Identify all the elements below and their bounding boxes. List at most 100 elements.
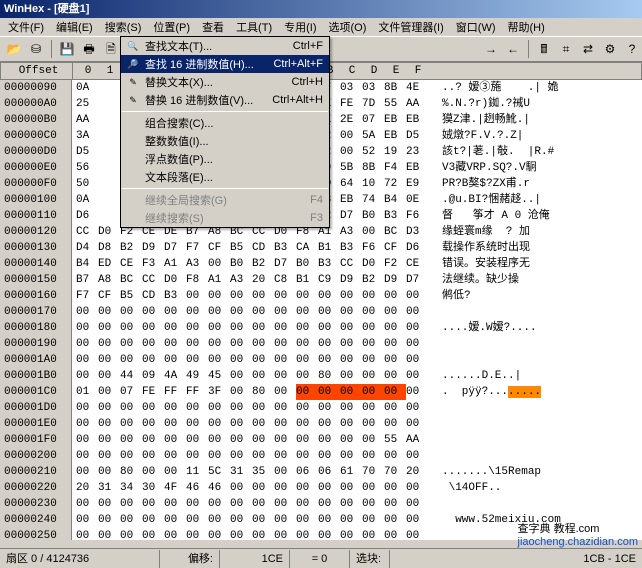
menu-item[interactable]: 位置(P) — [147, 18, 196, 36]
hex-bytes[interactable]: D4D8B2D9D7F7CFB5CDB3CAB1B3F6CFD6 — [72, 240, 432, 256]
properties-icon[interactable]: 🗎 — [101, 39, 121, 59]
hex-bytes[interactable]: 00000000000000000000000000000000 — [72, 400, 432, 416]
ascii-cell[interactable]: 該t?|荖.|敧. |R.# — [432, 144, 642, 160]
open-file-icon[interactable]: 📂 — [4, 39, 24, 59]
menu-item[interactable]: 🔎查找 16 进制数值(H)...Ctrl+Alt+F — [121, 55, 329, 73]
menu-item[interactable]: 搜索(S) — [99, 18, 148, 36]
hex-col-0[interactable]: 0 — [77, 63, 99, 79]
ascii-cell[interactable] — [432, 400, 642, 416]
search-menu[interactable]: 🔍查找文本(T)...Ctrl+F🔎查找 16 进制数值(H)...Ctrl+A… — [120, 36, 330, 228]
save-icon[interactable]: 💾 — [57, 39, 77, 59]
hex-bytes[interactable]: 00000000000000000000000000000000 — [72, 320, 432, 336]
menu-item[interactable]: ✎替换文本(X)...Ctrl+H — [121, 73, 329, 91]
hex-row[interactable]: 00000150B7A8BCCCD0F8A1A320C8B1C9D9B2D9D7… — [0, 272, 642, 288]
ascii-cell[interactable] — [432, 304, 642, 320]
hex-bytes[interactable]: 000044094A4945000000008000000000 — [72, 368, 432, 384]
hex-row[interactable]: 000001D000000000000000000000000000000000 — [0, 400, 642, 416]
ascii-cell[interactable]: 督 筝才 A 0 沧俺 — [432, 208, 642, 224]
help-icon[interactable]: ? — [622, 39, 642, 59]
hex-bytes[interactable]: 00000000000000000000000000000000 — [72, 352, 432, 368]
menu-item[interactable]: 组合搜索(C)... — [121, 114, 329, 132]
hex-bytes[interactable]: 000000000000000000000000000055AA — [72, 432, 432, 448]
ascii-cell[interactable]: 载操作系统时出现 — [432, 240, 642, 256]
ascii-cell[interactable] — [432, 432, 642, 448]
hex-col-F[interactable]: F — [407, 63, 429, 79]
ascii-cell[interactable]: ..? 嫒③葹 .| 姽 — [432, 80, 642, 96]
hex-bytes[interactable]: 00000000000000000000000000000000 — [72, 528, 432, 540]
menu-item[interactable]: 编辑(E) — [50, 18, 99, 36]
options-icon[interactable]: ⚙ — [600, 39, 620, 59]
hex-row[interactable]: 000001C0010007FEFFFF3F008000000000000000… — [0, 384, 642, 400]
hex-row[interactable]: 00000140B4EDCEF3A1A300B0B2D7B0B3CCD0F2CE… — [0, 256, 642, 272]
hex-row[interactable]: 000002100000800000115C313500060661707020… — [0, 464, 642, 480]
hex-bytes[interactable]: 00000000000000000000000000000000 — [72, 512, 432, 528]
hex-row[interactable]: 000001A000000000000000000000000000000000 — [0, 352, 642, 368]
hex-row[interactable]: 0000017000000000000000000000000000000000 — [0, 304, 642, 320]
ascii-cell[interactable]: . pÿÿ?........ — [432, 384, 642, 400]
goto-icon[interactable]: → — [481, 39, 501, 59]
hex-bytes[interactable]: B4EDCEF3A1A300B0B2D7B0B3CCD0F2CE — [72, 256, 432, 272]
ascii-cell[interactable]: 缘蛭寰m缘 ? 加 — [432, 224, 642, 240]
hex-row[interactable]: 0000019000000000000000000000000000000000 — [0, 336, 642, 352]
hex-bytes[interactable]: 00000000000000000000000000000000 — [72, 416, 432, 432]
ascii-cell[interactable]: %.N.?r)銣.?祴U — [432, 96, 642, 112]
ascii-cell[interactable]: PR?B獒$?ZX甫.r — [432, 176, 642, 192]
ascii-cell[interactable]: 獏Z津.|趔畅魤.| — [432, 112, 642, 128]
hex-col-1[interactable]: 1 — [99, 63, 121, 79]
hex-bytes[interactable]: 203134304F4646000000000000000000 — [72, 480, 432, 496]
hex-bytes[interactable]: 010007FEFFFF3F008000000000000000 — [72, 384, 432, 400]
menu-item[interactable]: 专用(I) — [278, 18, 322, 36]
hex-bytes[interactable]: 00000000000000000000000000000000 — [72, 304, 432, 320]
hex-row[interactable]: 000001F0000000000000000000000000000055AA — [0, 432, 642, 448]
ascii-cell[interactable]: 鸺低? — [432, 288, 642, 304]
ascii-cell[interactable]: 娀燉?F.V.?.Z| — [432, 128, 642, 144]
menu-item[interactable]: 工具(T) — [230, 18, 278, 36]
menu-item[interactable]: 文本段落(E)... — [121, 168, 329, 186]
ascii-cell[interactable] — [432, 352, 642, 368]
menu-item[interactable]: 整数数值(I)... — [121, 132, 329, 150]
hex-bytes[interactable]: 00000000000000000000000000000000 — [72, 336, 432, 352]
ascii-cell[interactable]: V3藏VRP.SQ?.V駉 — [432, 160, 642, 176]
hex-bytes[interactable]: F7CFB5CDB30000000000000000000000 — [72, 288, 432, 304]
menu-bar[interactable]: 文件(F)编辑(E)搜索(S)位置(P)查看工具(T)专用(I)选项(O)文件管… — [0, 18, 642, 36]
hex-col-E[interactable]: E — [385, 63, 407, 79]
ascii-cell[interactable]: ......D.E..| — [432, 368, 642, 384]
ascii-cell[interactable] — [432, 336, 642, 352]
calc-icon[interactable]: 🖩 — [534, 39, 554, 59]
hex-bytes[interactable]: 0000800000115C313500060661707020 — [72, 464, 432, 480]
menu-item[interactable]: 帮助(H) — [502, 18, 551, 36]
col-offset[interactable]: Offset — [1, 63, 73, 79]
ascii-cell[interactable]: 错误。安装程序无 — [432, 256, 642, 272]
ascii-cell[interactable] — [432, 496, 642, 512]
template-icon[interactable]: ⌗ — [556, 39, 576, 59]
hex-bytes[interactable]: 00000000000000000000000000000000 — [72, 448, 432, 464]
hex-bytes[interactable]: 00000000000000000000000000000000 — [72, 496, 432, 512]
hex-row[interactable]: 000001E000000000000000000000000000000000 — [0, 416, 642, 432]
hex-col-C[interactable]: C — [341, 63, 363, 79]
menu-item[interactable]: 文件管理器(I) — [372, 18, 449, 36]
menu-item[interactable]: 选项(O) — [323, 18, 373, 36]
hex-row[interactable]: 0000018000000000000000000000000000000000… — [0, 320, 642, 336]
hexdec-icon[interactable]: ⇄ — [578, 39, 598, 59]
print-icon[interactable]: 🖶 — [79, 39, 99, 59]
back-icon[interactable]: ← — [503, 39, 523, 59]
ascii-cell[interactable] — [432, 416, 642, 432]
ascii-cell[interactable]: .@u.BI?悃赭趍..| — [432, 192, 642, 208]
menu-item[interactable]: 窗口(W) — [450, 18, 502, 36]
menu-item[interactable]: 浮点数值(P)... — [121, 150, 329, 168]
hex-bytes[interactable]: B7A8BCCCD0F8A1A320C8B1C9D9B2D9D7 — [72, 272, 432, 288]
ascii-cell[interactable]: .......\15Remap — [432, 464, 642, 480]
menu-item[interactable]: 文件(F) — [2, 18, 50, 36]
menu-item[interactable]: ✎替换 16 进制数值(V)...Ctrl+Alt+H — [121, 91, 329, 109]
hex-row[interactable]: 00000130D4D8B2D9D7F7CFB5CDB3CAB1B3F6CFD6… — [0, 240, 642, 256]
menu-item[interactable]: 查看 — [196, 18, 230, 36]
ascii-cell[interactable]: 法继续。缺少操 — [432, 272, 642, 288]
hex-row[interactable]: 0000020000000000000000000000000000000000 — [0, 448, 642, 464]
open-disk-icon[interactable]: ⛁ — [26, 39, 46, 59]
ascii-cell[interactable] — [432, 448, 642, 464]
hex-row[interactable]: 00000160F7CFB5CDB30000000000000000000000… — [0, 288, 642, 304]
ascii-cell[interactable]: ....嫒.W嫒?.... — [432, 320, 642, 336]
hex-row[interactable]: 000001B0000044094A4945000000008000000000… — [0, 368, 642, 384]
hex-col-D[interactable]: D — [363, 63, 385, 79]
hex-row[interactable]: 00000220203134304F4646000000000000000000… — [0, 480, 642, 496]
